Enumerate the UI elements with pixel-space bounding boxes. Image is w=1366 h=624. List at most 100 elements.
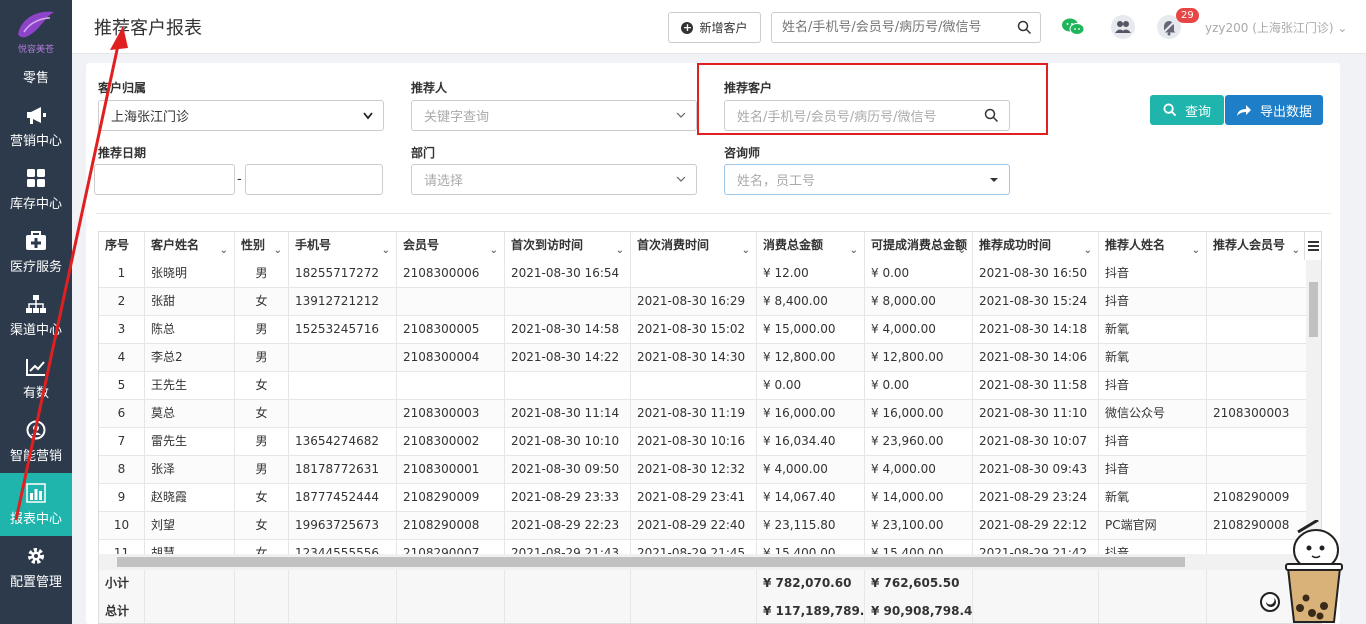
sidebar-item-analytics[interactable]: 有数 bbox=[0, 347, 72, 410]
date-end-input[interactable] bbox=[245, 164, 383, 195]
add-customer-button[interactable]: + 新增客户 bbox=[668, 12, 761, 43]
table-row[interactable]: 1 张晓明男 18255717272 2108300006 2021-08-30 16:… bbox=[99, 260, 1307, 288]
chevron-down-icon[interactable]: ⌄ bbox=[850, 237, 858, 260]
table-row[interactable]: 9 赵晓霞女 18777452444 2108290009 2021-08-29 23:… bbox=[99, 484, 1307, 512]
column-header-phone[interactable]: 手机号 ⌄ bbox=[289, 232, 397, 260]
cell-first-purchase: 2021-08-29 23:41 bbox=[631, 484, 757, 512]
sidebar-item-label: 零售 bbox=[22, 71, 49, 86]
customer-owner-label: 客户归属 bbox=[98, 81, 147, 95]
cell-member-no: 2108300002 bbox=[397, 428, 505, 456]
cell-total-amount: ¥ 117,189,789.28 bbox=[757, 598, 865, 623]
cell-commission-amount: ¥ 23,100.00 bbox=[865, 512, 973, 540]
cell-commission-amount: ¥ 8,000.00 bbox=[865, 288, 973, 316]
report-table: 序号 客户姓名 ⌄ 性别 ⌄ 手机号 ⌄ 会员号 ⌄ 首次到访时间 ⌄ 首次消费时间 ⌄ 消费总金额 ⌄ 可提… bbox=[98, 231, 1322, 624]
cell-customer-name: 赵晓霞 bbox=[145, 484, 235, 512]
chevron-down-icon[interactable]: ⌄ bbox=[220, 237, 228, 260]
cell-total-amount: ¥ 0.00 bbox=[757, 372, 865, 400]
column-header-index[interactable]: 序号 bbox=[99, 232, 145, 260]
referrer-select[interactable]: 关键字查询 bbox=[411, 100, 697, 131]
cell-referrer-member-no: 2108290009 bbox=[1207, 484, 1307, 512]
search-icon[interactable] bbox=[984, 108, 999, 123]
sidebar-item-label: 营销中心 bbox=[9, 134, 62, 149]
chevron-down-icon[interactable]: ⌄ bbox=[616, 237, 624, 260]
cell-customer-name: 王先生 bbox=[145, 372, 235, 400]
table-row[interactable]: 5 王先生女 ¥ 0.00 ¥ 0.00 2021-08-30 11:58 抖音 bbox=[99, 372, 1307, 400]
column-header-gender[interactable]: 性别 ⌄ bbox=[235, 232, 289, 260]
chevron-down-icon[interactable]: ⌄ bbox=[274, 237, 282, 260]
sidebar-item-retail[interactable]: 零售 bbox=[0, 63, 72, 95]
customer-group-icon[interactable] bbox=[1110, 14, 1136, 40]
cell-first-purchase: 2021-08-29 22:40 bbox=[631, 512, 757, 540]
table-row[interactable]: 10 刘望女 19963725673 2108290008 2021-08-29 22:… bbox=[99, 512, 1307, 540]
cell-commission-amount: ¥ 4,000.00 bbox=[865, 316, 973, 344]
table-row[interactable]: 6 莫总女 2108300003 2021-08-30 11:14 2021-08-30… bbox=[99, 400, 1307, 428]
cell-referral-time: 2021-08-29 22:12 bbox=[973, 512, 1099, 540]
sidebar: 悦容美苍 零售 营销中心 库存中心 医疗服务 渠道中心 有数 智能营销 报表中心… bbox=[0, 0, 72, 624]
cell-member-no: 2108300001 bbox=[397, 456, 505, 484]
column-header-total-amount[interactable]: 消费总金额 ⌄ bbox=[757, 232, 865, 260]
chevron-down-icon[interactable]: ⌄ bbox=[742, 237, 750, 260]
scrollbar-thumb[interactable] bbox=[117, 557, 1185, 567]
sidebar-item-medical[interactable]: 医疗服务 bbox=[0, 221, 72, 284]
column-menu-icon[interactable] bbox=[1304, 232, 1321, 260]
date-start-input[interactable] bbox=[94, 164, 235, 195]
chevron-down-icon[interactable]: ⌄ bbox=[958, 237, 966, 260]
column-header-customer-name[interactable]: 客户姓名 ⌄ bbox=[145, 232, 235, 260]
column-header-referrer-member-no[interactable]: 推荐人会员号 ⌄ bbox=[1207, 232, 1307, 260]
column-header-first-visit[interactable]: 首次到访时间 ⌄ bbox=[505, 232, 631, 260]
referred-customer-input[interactable]: 姓名/手机号/会员号/病历号/微信号 bbox=[724, 100, 1010, 131]
column-header-referrer-name[interactable]: 推荐人姓名 ⌄ bbox=[1099, 232, 1207, 260]
table-row[interactable]: 2 张甜女 13912721212 2021-08-30 16:29 ¥ 8,400.0… bbox=[99, 288, 1307, 316]
cell-customer-name: 莫总 bbox=[145, 400, 235, 428]
cell-phone bbox=[289, 570, 397, 598]
user-menu[interactable]: yzy200 (上海张江门诊) ⌄ bbox=[1205, 19, 1347, 36]
table-row[interactable]: 4 李总2 男 2108300004 2021-08-30 14:22 2021-08-3… bbox=[99, 344, 1307, 372]
cell-first-visit: 2021-08-29 23:33 bbox=[505, 484, 631, 512]
chevron-down-icon[interactable]: ⌄ bbox=[1084, 237, 1092, 260]
wechat-icon[interactable] bbox=[1060, 14, 1086, 40]
cell-index: 9 bbox=[99, 484, 145, 512]
date-separator: - bbox=[237, 172, 242, 187]
chevron-down-icon[interactable]: ⌄ bbox=[382, 237, 390, 260]
export-label: 导出数据 bbox=[1259, 104, 1312, 120]
department-select[interactable]: 请选择 bbox=[411, 164, 697, 195]
bubble-tea-mascot-icon bbox=[1260, 520, 1343, 623]
table-row[interactable]: 3 陈总男 15253245716 2108300005 2021-08-30 14:5… bbox=[99, 316, 1307, 344]
cell-first-visit: 2021-08-30 10:10 bbox=[505, 428, 631, 456]
cell-referrer-member-no bbox=[1207, 316, 1307, 344]
customer-owner-select[interactable]: 上海张江门诊 bbox=[98, 100, 384, 131]
referrer-placeholder: 关键字查询 bbox=[424, 110, 490, 125]
cell-first-purchase bbox=[631, 570, 757, 598]
consultant-select[interactable]: 姓名，员工号 bbox=[724, 164, 1010, 195]
sidebar-item-settings[interactable]: 配置管理 bbox=[0, 536, 72, 599]
table-row[interactable]: 8 张泽男 18178772631 2108300001 2021-08-30 09:5… bbox=[99, 456, 1307, 484]
column-header-member-no[interactable]: 会员号 ⌄ bbox=[397, 232, 505, 260]
sidebar-item-smart-marketing[interactable]: 智能营销 bbox=[0, 410, 72, 473]
cell-first-visit: 2021-08-30 16:54 bbox=[505, 260, 631, 288]
table-row[interactable]: 7 雷先生男 13654274682 2108300002 2021-08-30 10:… bbox=[99, 428, 1307, 456]
export-button[interactable]: 导出数据 bbox=[1225, 95, 1323, 125]
cell-commission-amount: ¥ 0.00 bbox=[865, 260, 973, 288]
query-button[interactable]: 查询 bbox=[1150, 95, 1224, 125]
cell-customer-name: 雷先生 bbox=[145, 428, 235, 456]
column-header-first-purchase[interactable]: 首次消费时间 ⌄ bbox=[631, 232, 757, 260]
column-header-commission-amount[interactable]: 可提成消费总金额 ⌄ bbox=[865, 232, 973, 260]
chevron-down-icon[interactable]: ⌄ bbox=[490, 237, 498, 260]
cell-commission-amount: ¥ 16,000.00 bbox=[865, 400, 973, 428]
cell-first-purchase bbox=[631, 260, 757, 288]
scrollbar-thumb[interactable] bbox=[1309, 282, 1318, 337]
chevron-down-icon[interactable]: ⌄ bbox=[1292, 237, 1300, 260]
subtotal-row: 小计 ¥ 782,070.60 ¥ 762,605.50 bbox=[99, 570, 1307, 598]
horizontal-scrollbar[interactable] bbox=[99, 554, 1321, 570]
search-icon[interactable] bbox=[1017, 20, 1032, 35]
chevron-down-icon[interactable]: ⌄ bbox=[1192, 237, 1200, 260]
column-header-referral-time[interactable]: 推荐成功时间 ⌄ bbox=[973, 232, 1099, 260]
cell-first-visit: 2021-08-30 09:50 bbox=[505, 456, 631, 484]
cell-referrer-name: 新氧 bbox=[1099, 316, 1207, 344]
sidebar-item-reports[interactable]: 报表中心 bbox=[0, 473, 72, 536]
global-search-input[interactable] bbox=[772, 13, 1004, 42]
sidebar-item-channel[interactable]: 渠道中心 bbox=[0, 284, 72, 347]
sidebar-item-inventory[interactable]: 库存中心 bbox=[0, 158, 72, 221]
cell-referrer-member-no bbox=[1207, 372, 1307, 400]
sidebar-item-marketing[interactable]: 营销中心 bbox=[0, 95, 72, 158]
